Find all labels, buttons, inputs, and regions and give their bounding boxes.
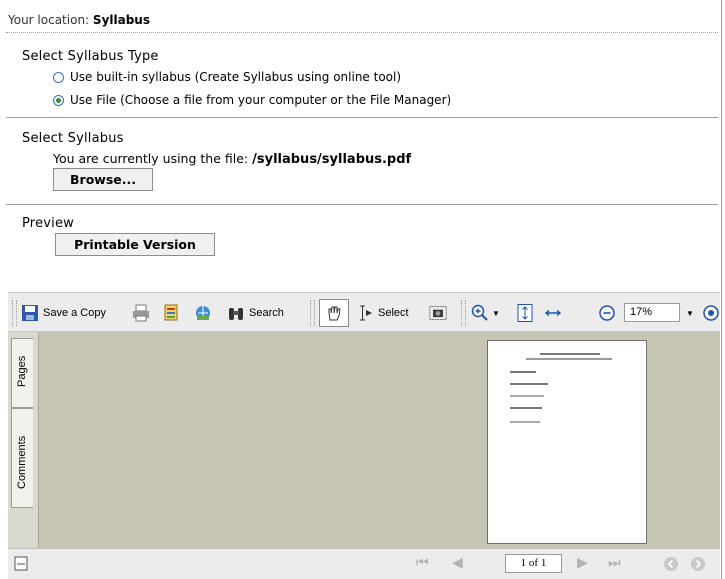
previous-view-icon[interactable]	[663, 556, 679, 572]
browse-button[interactable]: Browse...	[53, 168, 153, 191]
document-view[interactable]	[38, 332, 720, 548]
toolbar-grip[interactable]	[461, 300, 466, 326]
zoom-level-input[interactable]: 17%	[624, 303, 680, 322]
page-layout-icon[interactable]	[14, 556, 28, 571]
location-prefix: Your location:	[8, 13, 90, 27]
pdf-toolbar: Save a Copy Search Select ▼ 17% ▼	[8, 292, 720, 332]
save-copy-button[interactable]: Save a Copy	[21, 293, 106, 333]
fit-page-button[interactable]	[516, 293, 534, 333]
tab-pages-label: Pages	[16, 355, 28, 387]
pdf-page-thumbnail[interactable]	[487, 340, 647, 544]
chevron-down-icon[interactable]: ▼	[492, 309, 500, 318]
page-text-line	[510, 407, 542, 409]
printable-version-button[interactable]: Printable Version	[55, 233, 215, 256]
radio-file-label: Use File (Choose a file from your comput…	[70, 93, 452, 107]
toolbar-grip[interactable]	[310, 300, 315, 326]
last-page-icon[interactable]: ⏭	[608, 555, 621, 571]
print-button[interactable]	[132, 293, 150, 333]
current-file-line: You are currently using the file: /sylla…	[53, 151, 411, 167]
save-icon	[22, 305, 38, 321]
email-button[interactable]	[163, 293, 181, 333]
select-tool-button[interactable]: Select	[356, 293, 409, 333]
radio-builtin-option[interactable]: Use built-in syllabus (Create Syllabus u…	[53, 70, 401, 84]
hand-tool-frame[interactable]	[319, 299, 349, 327]
page-text-line	[510, 421, 540, 423]
fit-page-icon	[517, 304, 533, 322]
tab-pages[interactable]: Pages	[11, 338, 33, 408]
zoom-in-tool-button[interactable]: ▼	[471, 293, 500, 333]
zoom-dropdown[interactable]: ▼	[686, 293, 694, 333]
page-text-line	[510, 383, 548, 385]
section-divider	[6, 204, 718, 205]
print-icon	[133, 304, 149, 322]
page-text-line	[510, 371, 536, 373]
first-page-icon[interactable]: ⏮	[416, 555, 429, 571]
syllabus-panel: Your location: Syllabus Select Syllabus …	[0, 0, 722, 579]
save-copy-label: Save a Copy	[43, 307, 106, 319]
search-label: Search	[249, 307, 284, 319]
snapshot-icon	[429, 306, 447, 320]
next-view-icon[interactable]	[690, 556, 706, 572]
radio-file-option[interactable]: Use File (Choose a file from your comput…	[53, 93, 451, 107]
page-text-line	[510, 395, 544, 397]
location-divider	[6, 32, 718, 33]
preview-heading: Preview	[22, 216, 75, 231]
select-label: Select	[378, 307, 409, 319]
page-subheading-line	[526, 358, 612, 360]
hand-tool-icon	[328, 306, 341, 321]
location-current: Syllabus	[92, 13, 150, 27]
section-divider	[6, 117, 718, 118]
fit-width-button[interactable]	[544, 293, 562, 333]
radio-builtin-label: Use built-in syllabus (Create Syllabus u…	[70, 70, 402, 84]
previous-page-icon[interactable]: ◀	[452, 555, 463, 571]
page-heading-line	[540, 353, 600, 355]
fit-width-icon	[544, 309, 562, 317]
snapshot-button[interactable]	[429, 293, 447, 333]
binoculars-icon	[229, 308, 243, 320]
web-icon	[196, 306, 210, 320]
syllabus-type-heading: Select Syllabus Type	[22, 49, 159, 64]
zoom-out-icon	[599, 305, 615, 321]
toolbar-grip[interactable]	[12, 300, 17, 326]
zoom-in-icon	[471, 304, 488, 321]
search-button[interactable]: Search	[227, 293, 284, 333]
web-button[interactable]	[194, 293, 212, 333]
radio-file[interactable]	[53, 94, 64, 106]
chevron-down-icon[interactable]: ▼	[686, 309, 694, 318]
tab-comments[interactable]: Comments	[11, 408, 33, 508]
select-syllabus-heading: Select Syllabus	[22, 131, 124, 146]
email-icon	[164, 304, 178, 321]
pdf-status-bar: ⏮ ◀ 1 of 1 ▶ ⏭	[8, 548, 720, 579]
text-select-icon	[360, 305, 372, 321]
navigation-panel: Pages Comments	[8, 332, 38, 548]
zoom-plus-icon	[703, 305, 719, 321]
location-breadcrumb: Your location: Syllabus	[8, 13, 150, 27]
current-file-prefix: You are currently using the file:	[53, 151, 249, 166]
zoom-plus-button[interactable]	[702, 293, 720, 333]
zoom-out-button[interactable]	[598, 293, 616, 333]
hand-tool-button[interactable]	[319, 293, 349, 333]
tab-comments-label: Comments	[16, 435, 28, 489]
current-file-path: /syllabus/syllabus.pdf	[252, 152, 412, 167]
next-page-icon[interactable]: ▶	[577, 555, 588, 571]
radio-builtin[interactable]	[53, 71, 64, 83]
page-number-field[interactable]: 1 of 1	[505, 554, 562, 573]
